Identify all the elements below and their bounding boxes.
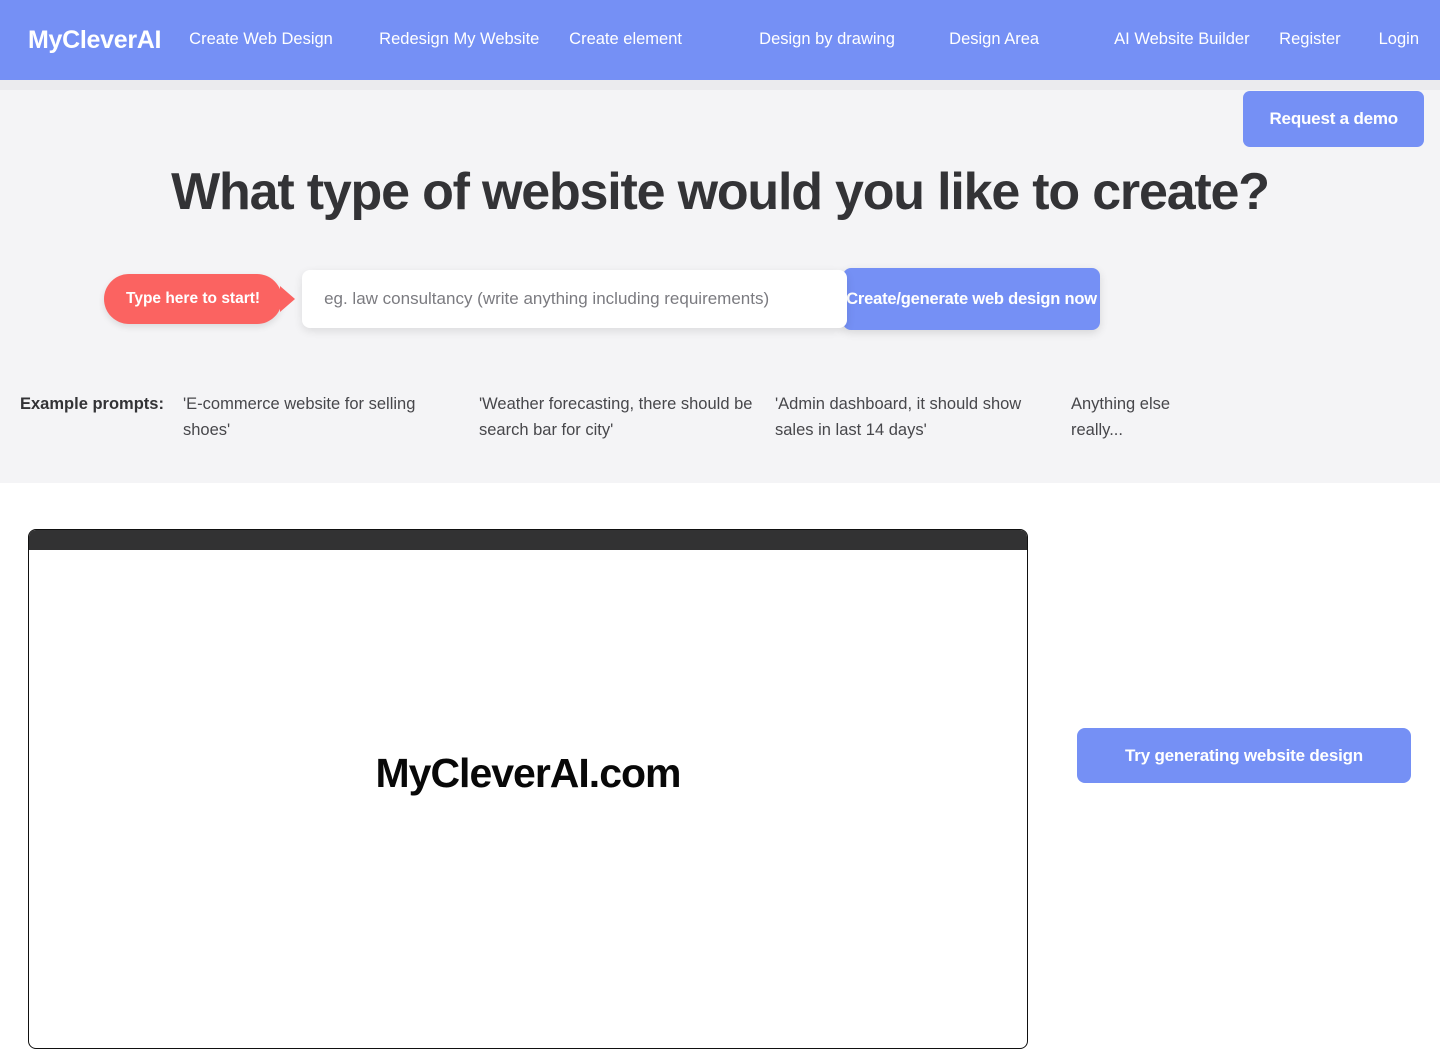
nav-item-register[interactable]: Register (1279, 28, 1340, 52)
request-demo-wrapper: Request a demo (1243, 91, 1424, 147)
main-navbar: MyCleverAI Create Web Design Redesign My… (0, 0, 1440, 80)
nav-auth-links: Register Login (1279, 28, 1427, 52)
page-title: What type of website would you like to c… (171, 163, 1270, 221)
example-prompt-1[interactable]: 'E-commerce website for selling shoes' (183, 392, 479, 443)
hero-top-strip (0, 80, 1440, 90)
prompt-search-row: Type here to start! Create/generate web … (104, 268, 1101, 330)
nav-item-design-by-drawing[interactable]: Design by drawing (759, 28, 949, 52)
example-prompts-label: Example prompts: (20, 395, 164, 413)
example-prompt-3[interactable]: 'Admin dashboard, it should show sales i… (775, 392, 1071, 443)
nav-item-redesign-my-website[interactable]: Redesign My Website (379, 28, 569, 52)
nav-item-create-web-design[interactable]: Create Web Design (189, 28, 379, 52)
nav-item-create-element[interactable]: Create element (569, 28, 759, 52)
nav-item-ai-website-builder[interactable]: AI Website Builder (1114, 28, 1279, 52)
brand-logo[interactable]: MyCleverAI (28, 26, 161, 55)
nav-item-login[interactable]: Login (1379, 28, 1419, 52)
browser-viewport: MyCleverAI.com (29, 550, 1027, 1048)
type-here-badge: Type here to start! (104, 274, 283, 324)
mockup-site-title: MyCleverAI.com (375, 750, 681, 796)
nav-links: Create Web Design Redesign My Website Cr… (189, 0, 1279, 80)
showcase-section: MyCleverAI.com Try generating website de… (0, 483, 1440, 1049)
try-generating-button[interactable]: Try generating website design (1077, 728, 1411, 783)
example-prompt-2[interactable]: 'Weather forecasting, there should be se… (479, 392, 775, 443)
browser-mockup: MyCleverAI.com (28, 529, 1028, 1049)
hero-section: Request a demo What type of website woul… (0, 80, 1440, 483)
example-prompts: Example prompts: 'E-commerce website for… (0, 392, 1440, 443)
prompt-input[interactable] (302, 270, 848, 328)
example-prompt-4[interactable]: Anything else really... (1071, 392, 1231, 443)
nav-item-design-area[interactable]: Design Area (949, 28, 1114, 52)
browser-title-bar (29, 530, 1027, 550)
generate-design-button[interactable]: Create/generate web design now (843, 268, 1101, 330)
request-demo-button[interactable]: Request a demo (1243, 91, 1424, 147)
